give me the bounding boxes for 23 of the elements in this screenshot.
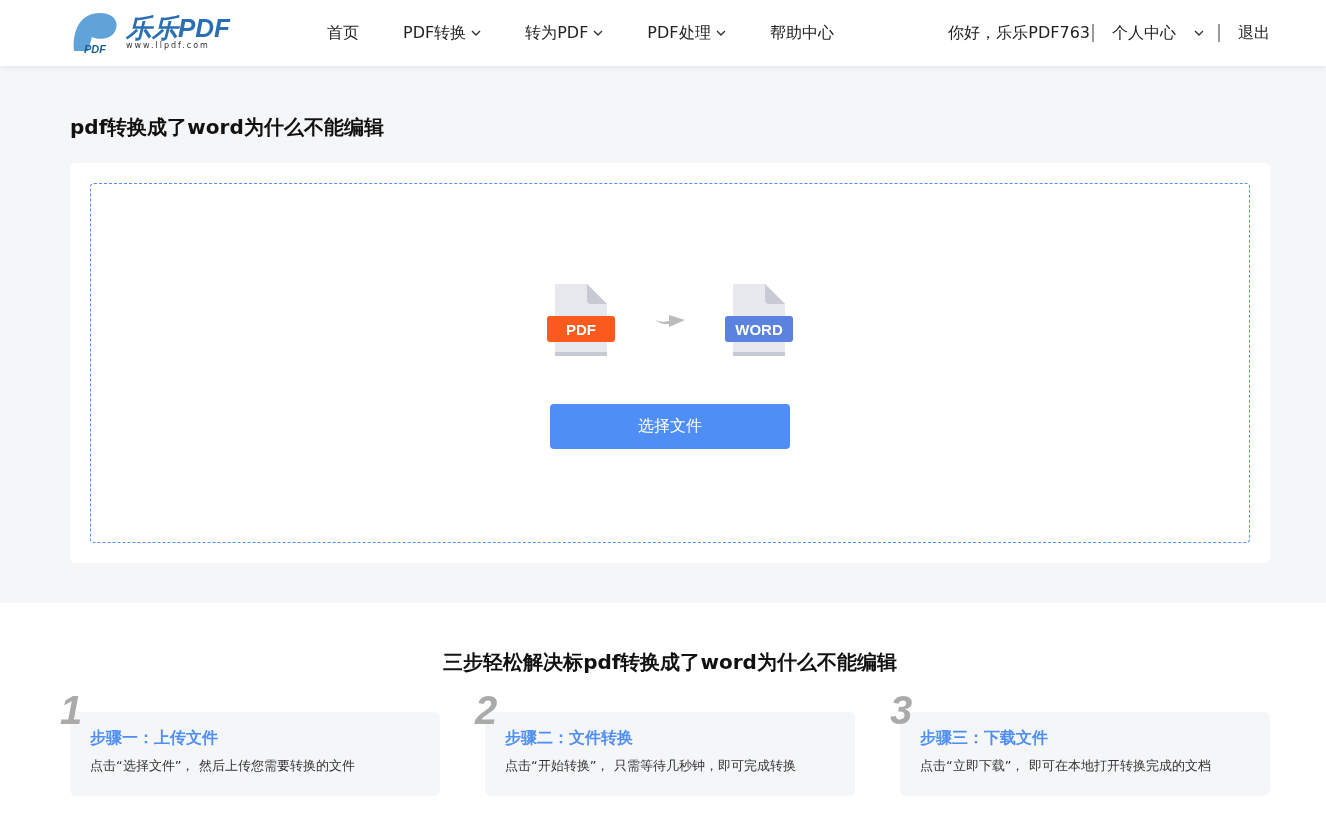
logout-link[interactable]: 退出	[1238, 22, 1270, 44]
drop-zone[interactable]: PDF WORD 选择文件	[90, 183, 1250, 543]
step-number: 1	[60, 690, 83, 730]
logo-name: 乐乐PDF	[126, 15, 230, 41]
step-text: 点击“开始转换”， 只需等待几秒钟，即可完成转换	[505, 757, 797, 775]
step-number: 3	[890, 690, 913, 730]
nav-link[interactable]: 转为PDF	[525, 22, 604, 44]
nav-link[interactable]: PDF转换	[403, 22, 482, 44]
nav-link[interactable]: PDF处理	[647, 22, 726, 44]
nav-link[interactable]: 首页	[327, 22, 359, 44]
step-title: 步骤一：上传文件	[90, 728, 219, 749]
step-text: 点击“立即下载”， 即可在本地打开转换完成的文档	[920, 757, 1212, 775]
nav-link[interactable]: 帮助中心	[769, 22, 834, 44]
chevron-down-icon	[1194, 30, 1204, 36]
account-menu[interactable]: 个人中心	[1112, 22, 1204, 44]
steps-heading: 三步轻松解决标pdf转换成了word为什么不能编辑	[442, 649, 898, 676]
step-text: 点击“选择文件”， 然后上传您需要转换的文件	[90, 757, 356, 775]
greeting-text: 你好，乐乐PDF763	[948, 22, 1090, 44]
step-title: 步骤三：下载文件	[920, 728, 1049, 749]
logo-url: www.llpdf.com	[126, 41, 210, 51]
page-title: pdf转换成了word为什么不能编辑	[70, 114, 385, 141]
step-title: 步骤二：文件转换	[505, 728, 634, 749]
step-number: 2	[475, 690, 498, 730]
